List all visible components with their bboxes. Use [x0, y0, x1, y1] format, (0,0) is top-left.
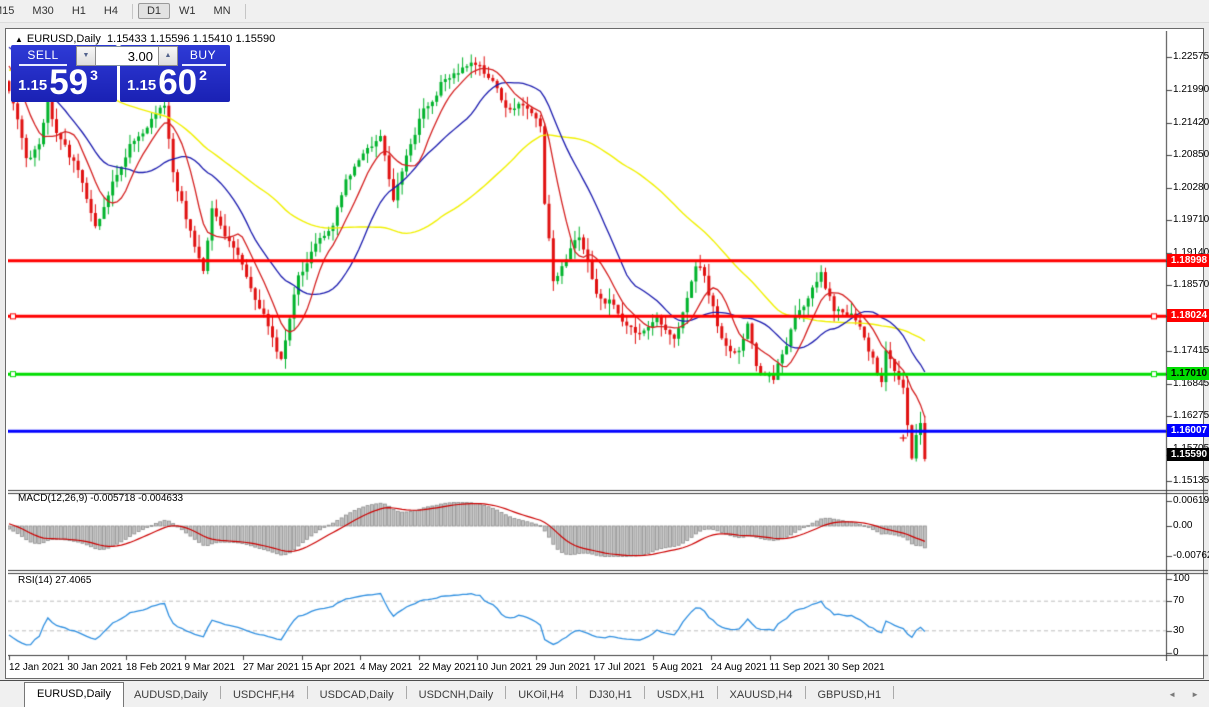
price-level-badge: 1.18998 [1167, 254, 1209, 267]
ask-price-big: 60 [158, 68, 197, 98]
date-axis-label: 5 Aug 2021 [653, 662, 704, 673]
tab-gbpusd-h1[interactable]: GBPUSD,H1 [808, 685, 892, 707]
price-chart-canvas[interactable] [8, 31, 1208, 661]
tf-mn-button[interactable]: MN [205, 3, 240, 19]
bid-price-big: 59 [49, 68, 88, 98]
collapse-panel-icon[interactable]: ▲ [15, 35, 23, 44]
date-axis-label: 10 Jun 2021 [477, 662, 532, 673]
ask-price-sup: 2 [199, 67, 207, 83]
date-axis-label: 11 Sep 2021 [770, 662, 826, 673]
date-axis-label: 27 Mar 2021 [243, 662, 299, 673]
tab-ukoil-h4[interactable]: UKOil,H4 [508, 685, 574, 707]
tab-scroll-left-icon[interactable]: ◄ [1168, 690, 1176, 699]
tab-separator [220, 686, 221, 699]
chart-window: ▲ EURUSD,Daily 1.15433 1.15596 1.15410 1.… [5, 28, 1204, 679]
buy-button[interactable]: BUY [176, 48, 230, 62]
tab-separator [893, 686, 894, 699]
price-axis-label: 1.19710 [1173, 213, 1209, 226]
sell-button[interactable]: SELL [11, 48, 75, 62]
tf-m15-button[interactable]: M15 [0, 3, 23, 19]
tab-xauusd-h4[interactable]: XAUUSD,H4 [720, 685, 803, 707]
tf-m30-button[interactable]: M30 [23, 3, 62, 19]
rsi-axis-label: 100 [1173, 572, 1190, 585]
tf-h4-button[interactable]: H4 [95, 3, 127, 19]
price-level-badge: 1.16007 [1167, 424, 1209, 437]
tab-scroll-right-icon[interactable]: ► [1191, 690, 1199, 699]
price-axis-label: 1.22575 [1173, 50, 1209, 63]
macd-indicator-label: MACD(12,26,9) -0.005718 -0.004633 [18, 493, 183, 504]
chart-symbol-title: EURUSD,Daily [27, 33, 101, 45]
toolbar-separator [132, 4, 133, 19]
chart-header: ▲ EURUSD,Daily 1.15433 1.15596 1.15410 1.… [15, 33, 275, 45]
tab-audusd-daily[interactable]: AUDUSD,Daily [124, 685, 218, 707]
bid-price-sup: 3 [90, 67, 98, 83]
rsi-axis-label: 70 [1173, 594, 1184, 607]
tab-eurusd-daily[interactable]: EURUSD,Daily [24, 682, 124, 707]
price-axis-label: 1.16275 [1173, 409, 1209, 422]
ask-price: 1.15 60 2 [120, 65, 230, 102]
date-axis-label: 9 Mar 2021 [185, 662, 236, 673]
tf-w1-button[interactable]: W1 [170, 3, 205, 19]
date-axis-label: 24 Aug 2021 [711, 662, 767, 673]
timeframe-toolbar: M15 M30H1H4 D1W1MN [0, 0, 1209, 23]
lot-size-control: ▼ ▲ [76, 46, 178, 66]
tab-dj30-h1[interactable]: DJ30,H1 [579, 685, 642, 707]
rsi-indicator-label: RSI(14) 27.4065 [18, 575, 91, 586]
tab-separator [717, 686, 718, 699]
date-axis-label: 30 Jan 2021 [68, 662, 123, 673]
chart-tabs: EURUSD,DailyAUDUSD,DailyUSDCHF,H4USDCAD,… [24, 681, 896, 707]
tf-d1-button[interactable]: D1 [138, 3, 170, 19]
one-click-trading-panel: SELL 1.15 59 3 BUY 1.15 60 2 ▼ [11, 45, 234, 102]
lot-decrease-button[interactable]: ▼ [76, 46, 96, 66]
tab-usdx-h1[interactable]: USDX,H1 [647, 685, 715, 707]
macd-axis-label: -0.007621 [1173, 549, 1209, 562]
ask-price-small: 1.15 [127, 77, 156, 94]
macd-axis-label: 0.006193 [1173, 494, 1209, 507]
rsi-axis-label: 30 [1173, 624, 1184, 637]
price-axis-label: 1.20280 [1173, 181, 1209, 194]
bid-price-small: 1.15 [18, 77, 47, 94]
price-axis-label: 1.21420 [1173, 116, 1209, 129]
tab-usdchf-h4[interactable]: USDCHF,H4 [223, 685, 305, 707]
date-axis-label: 29 Jun 2021 [536, 662, 591, 673]
tab-separator [307, 686, 308, 699]
price-level-badge: 1.18024 [1167, 309, 1209, 322]
lot-increase-button[interactable]: ▲ [158, 46, 178, 66]
lot-size-input[interactable] [96, 46, 158, 66]
date-axis-label: 30 Sep 2021 [828, 662, 885, 673]
chart-tab-bar: EURUSD,DailyAUDUSD,DailyUSDCHF,H4USDCAD,… [0, 680, 1209, 707]
date-axis-label: 18 Feb 2021 [126, 662, 182, 673]
mt4-window: M15 M30H1H4 D1W1MN ▲ EURUSD,Daily 1.15433 … [0, 0, 1209, 707]
bid-price: 1.15 59 3 [11, 65, 117, 102]
date-axis-label: 22 May 2021 [419, 662, 477, 673]
date-axis-label: 17 Jul 2021 [594, 662, 646, 673]
price-axis-label: 1.17415 [1173, 344, 1209, 357]
price-level-badge: 1.15590 [1167, 448, 1209, 461]
price-axis-label: 1.18570 [1173, 278, 1209, 291]
tf-h1-button[interactable]: H1 [63, 3, 95, 19]
tab-separator [644, 686, 645, 699]
tab-separator [505, 686, 506, 699]
price-axis-label: 1.15135 [1173, 474, 1209, 487]
tab-usdcad-daily[interactable]: USDCAD,Daily [310, 685, 404, 707]
date-axis-label: 15 Apr 2021 [302, 662, 356, 673]
date-axis-label: 12 Jan 2021 [9, 662, 64, 673]
macd-axis-label: 0.00 [1173, 519, 1192, 532]
price-level-badge: 1.17010 [1167, 367, 1209, 380]
toolbar-separator [245, 4, 246, 19]
tab-usdcnh-daily[interactable]: USDCNH,Daily [409, 685, 504, 707]
tab-separator [406, 686, 407, 699]
rsi-axis-label: 0 [1173, 646, 1179, 659]
price-axis-label: 1.20850 [1173, 148, 1209, 161]
tab-separator [805, 686, 806, 699]
date-axis-label: 4 May 2021 [360, 662, 412, 673]
tab-separator [576, 686, 577, 699]
chart-ohlc-values: 1.15433 1.15596 1.15410 1.15590 [107, 33, 275, 45]
price-axis-label: 1.21990 [1173, 83, 1209, 96]
